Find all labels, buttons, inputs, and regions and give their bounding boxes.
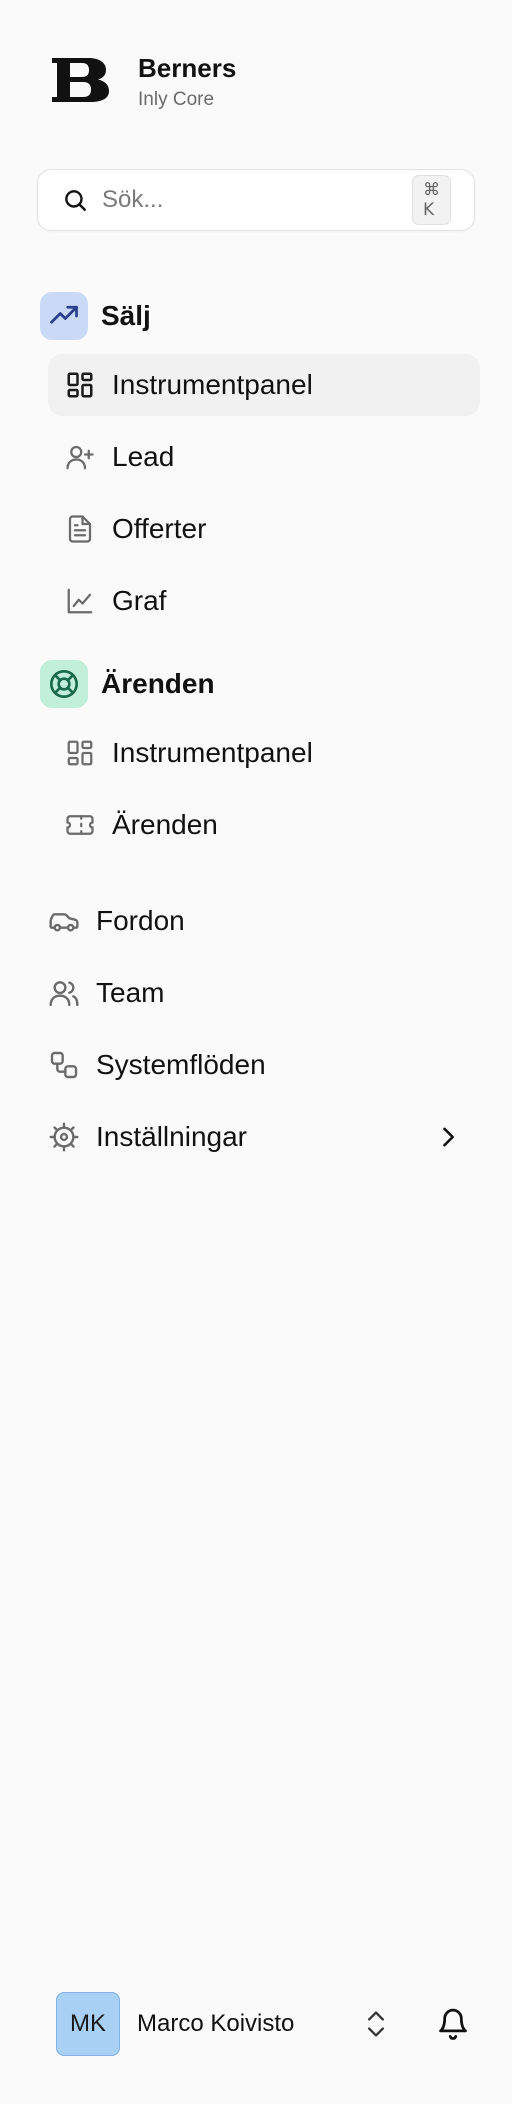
search-icon [62, 187, 88, 213]
nav-item-label: Fordon [96, 905, 185, 936]
ticket-icon [64, 809, 96, 841]
section-header-salj[interactable]: Sälj [40, 292, 151, 340]
chevron-right-icon [443, 1127, 454, 1147]
nav-item-arenden[interactable]: Ärenden [48, 794, 480, 856]
chevrons-up-down-icon[interactable] [362, 2008, 390, 2040]
section-title: Sälj [101, 300, 151, 331]
nav-item-label: Lead [112, 441, 175, 472]
nav-item-label: Systemflöden [96, 1049, 266, 1080]
nav-item-label: Team [96, 977, 165, 1008]
nav-item-label: Instrumentpanel [112, 737, 313, 768]
nav-item-label: Instrumentpanel [112, 369, 313, 400]
dashboard-icon [64, 369, 96, 401]
nav-item-label: Graf [112, 585, 167, 616]
search-shortcut-badge: ⌘ K [412, 175, 451, 225]
nav-item-instrumentpanel[interactable]: Instrumentpanel [48, 354, 480, 416]
trending-up-icon [40, 292, 88, 340]
nav-item-lead[interactable]: Lead [48, 426, 480, 488]
search-box[interactable]: ⌘ K [37, 169, 475, 231]
brand-header[interactable]: Berners Inly Core [52, 52, 236, 111]
workflow-icon [48, 1049, 80, 1081]
search-input[interactable] [102, 180, 412, 220]
nav-item-systemfloden[interactable]: Systemflöden [48, 1034, 480, 1096]
nav-item-fordon[interactable]: Fordon [48, 890, 480, 952]
user-name: Marco Koivisto [137, 2010, 295, 2037]
user-plus-icon [64, 441, 96, 473]
users-icon [48, 977, 80, 1009]
line-chart-icon [64, 585, 96, 617]
nav-item-offerter[interactable]: Offerter [48, 498, 480, 560]
section-title: Ärenden [101, 668, 215, 699]
nav-item-installningar[interactable]: Inställningar [48, 1106, 480, 1168]
nav-item-arenden-instrumentpanel[interactable]: Instrumentpanel [48, 722, 480, 784]
user-menu[interactable]: MK Marco Koivisto [56, 1992, 294, 2056]
life-buoy-icon [40, 660, 88, 708]
nav-item-label: Inställningar [96, 1121, 247, 1152]
car-icon [48, 905, 80, 937]
cog-icon [48, 1121, 80, 1153]
dashboard-icon [64, 737, 96, 769]
file-text-icon [64, 513, 96, 545]
bell-icon[interactable] [436, 2006, 470, 2042]
nav-item-label: Offerter [112, 513, 207, 544]
nav-item-label: Ärenden [112, 809, 218, 840]
avatar: MK [56, 1992, 120, 2056]
brand-subtitle: Inly Core [138, 89, 215, 110]
nav-item-graf[interactable]: Graf [48, 570, 480, 632]
brand-name: Berners [138, 53, 237, 83]
nav-item-team[interactable]: Team [48, 962, 480, 1024]
section-header-arenden[interactable]: Ärenden [40, 660, 215, 708]
brand-logo [52, 58, 109, 102]
